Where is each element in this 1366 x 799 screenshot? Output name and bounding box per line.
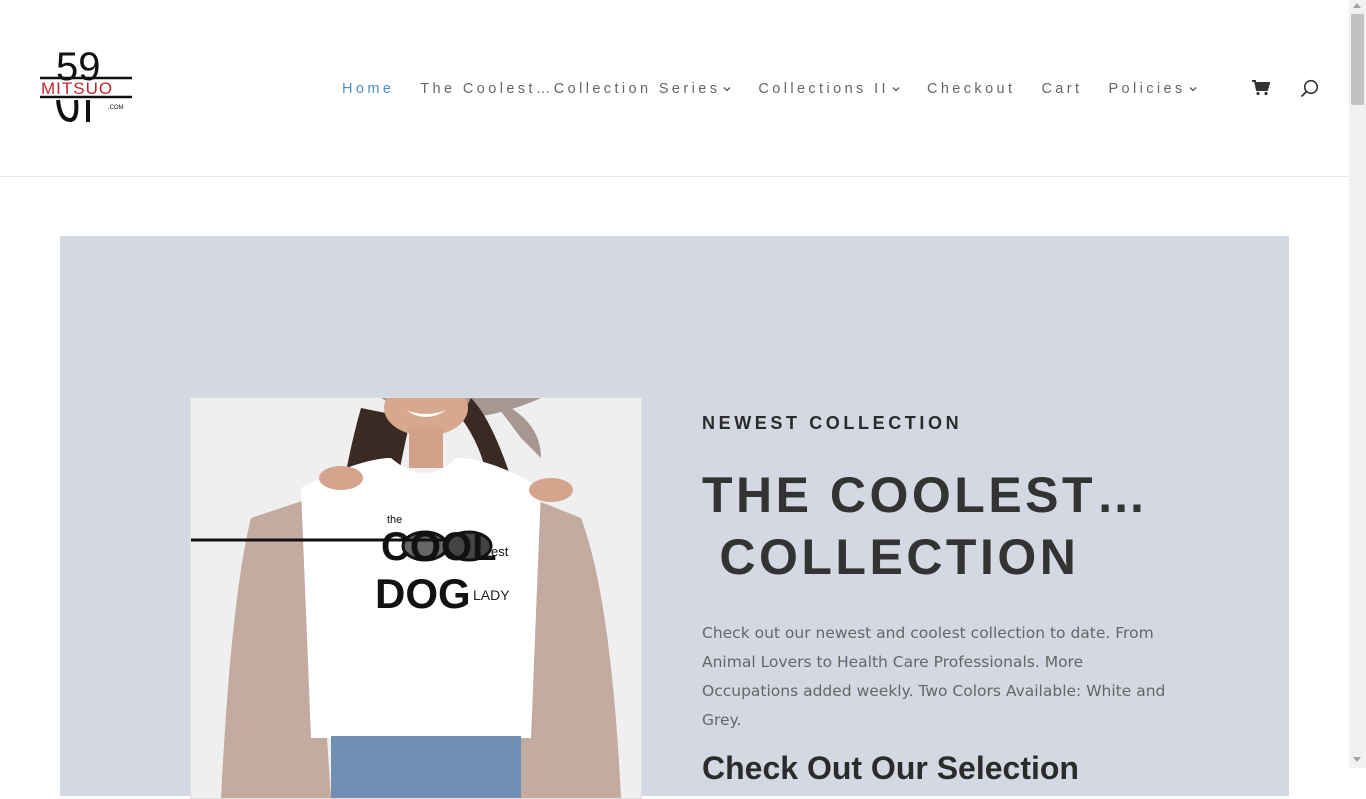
- nav-item-coolest-collection-series[interactable]: The Coolest…Collection Series: [420, 81, 732, 97]
- hero-title-line-1: THE COOLEST…: [702, 467, 1150, 523]
- nav-item-label: Home: [342, 81, 395, 97]
- nav-item-cart[interactable]: Cart: [1041, 81, 1082, 97]
- product-photo: the COOL est DOG LADY: [190, 397, 642, 799]
- hero-section: the COOL est DOG LADY NEWEST COLLECTION …: [60, 236, 1289, 799]
- graphic-dog: DOG: [375, 570, 471, 617]
- model-shirt-illustration: the COOL est DOG LADY: [191, 398, 641, 798]
- graphic-lady: LADY: [473, 587, 510, 603]
- nav-item-label: Policies: [1108, 81, 1186, 97]
- nav-item-policies[interactable]: Policies: [1108, 81, 1197, 97]
- site-header: 59 MITSUO .COM Home The Coolest…Collecti…: [0, 0, 1349, 177]
- nav-item-home[interactable]: Home: [342, 81, 394, 97]
- nav-item-label: Cart: [1041, 81, 1083, 97]
- hero-title: THE COOLEST… COLLECTION: [702, 464, 1182, 588]
- graphic-est: est: [491, 544, 509, 559]
- collection-kicker: NEWEST COLLECTION: [702, 413, 963, 433]
- vertical-scrollbar[interactable]: [1349, 0, 1366, 768]
- chevron-down-icon: [1189, 86, 1197, 92]
- cart-icon[interactable]: [1252, 80, 1270, 96]
- search-icon[interactable]: [1300, 79, 1319, 98]
- site-logo[interactable]: 59 MITSUO .COM: [36, 42, 136, 126]
- scroll-down-icon[interactable]: [1353, 757, 1361, 762]
- hero-subhead: Check Out Our Selection: [702, 750, 1079, 786]
- hero-title-line-2: COLLECTION: [702, 529, 1080, 585]
- nav-item-label: Checkout: [926, 81, 1016, 97]
- nav-item-checkout[interactable]: Checkout: [927, 81, 1015, 97]
- nav-item-label: Collections II: [758, 81, 889, 97]
- main-nav: Home The Coolest…Collection Series Colle…: [342, 78, 1224, 100]
- nav-item-collections-ii[interactable]: Collections II: [758, 81, 901, 97]
- logo-name: MITSUO: [41, 79, 113, 98]
- chevron-down-icon: [892, 86, 900, 92]
- scroll-up-icon[interactable]: [1353, 3, 1361, 8]
- hero-description: Check out our newest and coolest collect…: [702, 624, 1166, 729]
- nav-item-label: The Coolest…Collection Series: [420, 81, 721, 97]
- chevron-down-icon: [723, 86, 731, 92]
- scrollbar-thumb[interactable]: [1351, 14, 1364, 105]
- graphic-cool: COOL: [381, 525, 497, 569]
- logo-suffix: .COM: [108, 105, 124, 111]
